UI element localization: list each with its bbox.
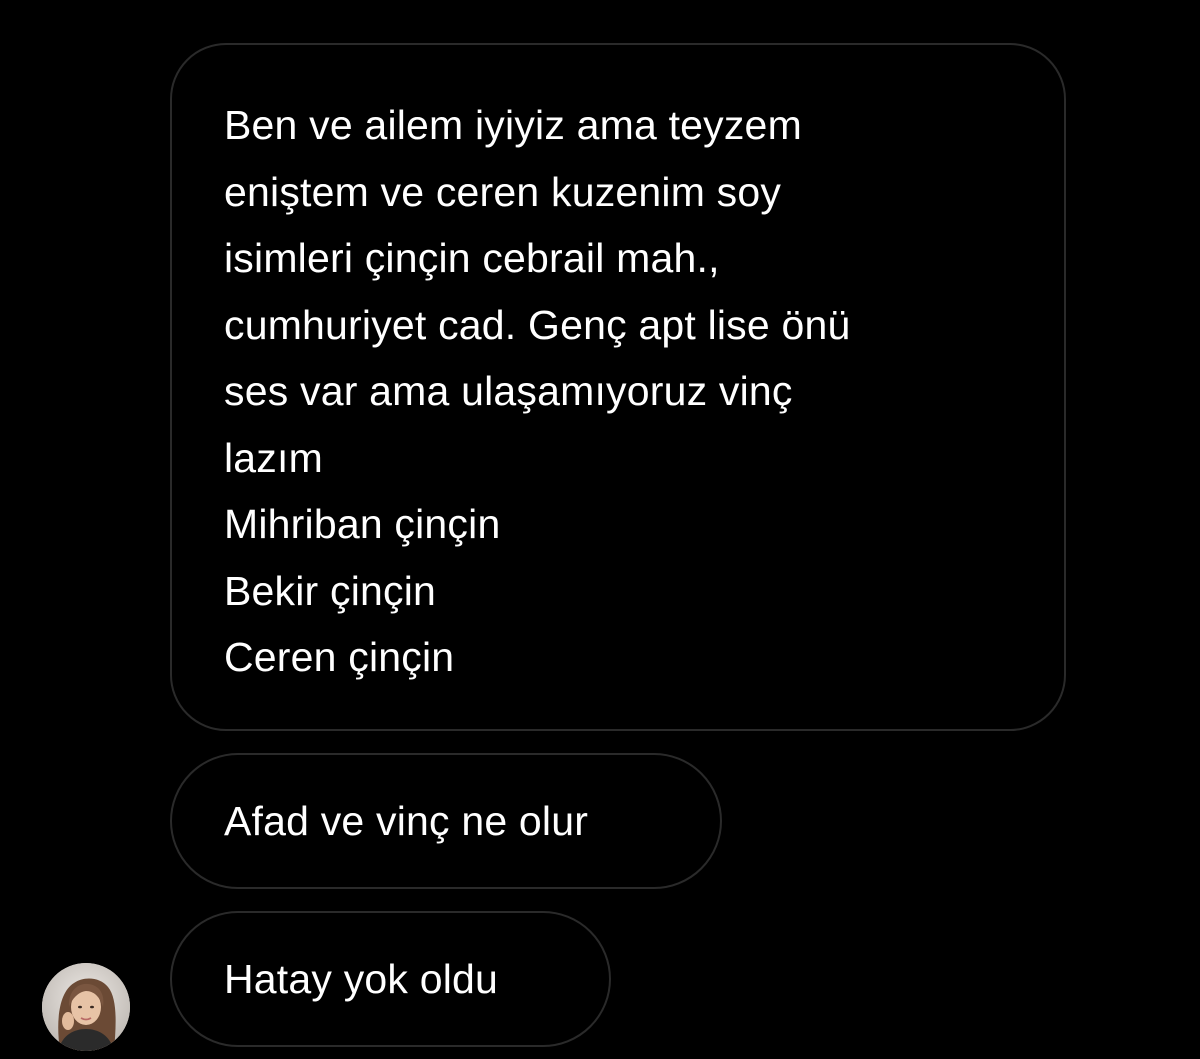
message-line: Mihriban çinçin bbox=[224, 501, 501, 547]
message-bubble[interactable]: Hatay yok oldu bbox=[170, 911, 611, 1047]
message-bubble[interactable]: Ben ve ailem iyiyiz ama teyzem eniştem v… bbox=[170, 43, 1066, 731]
sender-avatar[interactable] bbox=[42, 963, 130, 1051]
message-line: Bekir çinçin bbox=[224, 567, 437, 614]
message-line: Ben ve ailem iyiyiz ama teyzem bbox=[224, 102, 802, 148]
message-text: Afad ve vinç ne olur bbox=[224, 798, 589, 844]
message-line: eniştem ve ceren kuzenim soy bbox=[224, 168, 782, 215]
message-line: cumhuriyet cad. Genç apt lise önü bbox=[224, 301, 851, 348]
message-line: Ceren çinçin bbox=[224, 634, 455, 680]
message-text: Hatay yok oldu bbox=[224, 956, 499, 1002]
profile-photo-icon bbox=[42, 963, 130, 1051]
message-line: isimleri çinçin cebrail mah., bbox=[224, 235, 720, 281]
message-line: lazım bbox=[224, 434, 323, 481]
message-bubble[interactable]: Afad ve vinç ne olur bbox=[170, 753, 722, 889]
message-line: ses var ama ulaşamıyoruz vinç bbox=[224, 368, 793, 414]
